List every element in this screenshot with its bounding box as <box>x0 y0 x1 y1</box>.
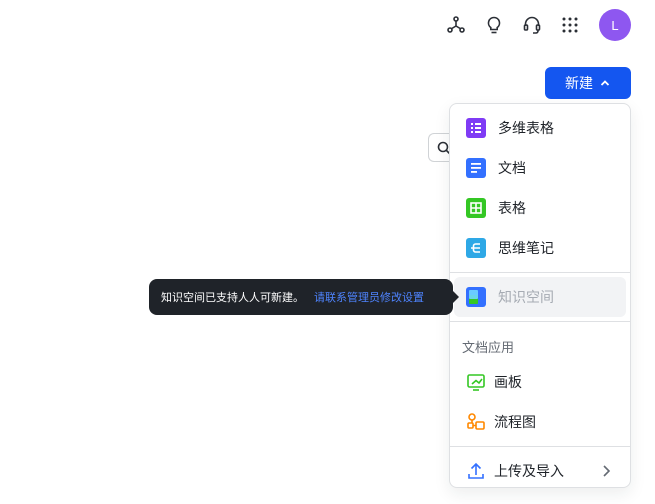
menu-divider <box>450 446 630 447</box>
menu-item-label: 思维笔记 <box>498 241 554 257</box>
chevron-up-icon <box>600 80 610 86</box>
menu-item-whiteboard[interactable]: 画板 <box>454 362 626 402</box>
menu-item-doc[interactable]: 文档 <box>454 148 626 188</box>
menu-divider <box>450 321 630 322</box>
menu-item-label: 表格 <box>498 201 526 217</box>
wiki-space-tooltip: 知识空间已支持人人可新建。 请联系管理员修改设置 <box>149 279 459 315</box>
whiteboard-icon <box>466 372 486 392</box>
menu-item-flowchart[interactable]: 流程图 <box>454 402 626 442</box>
menu-item-mindnote[interactable]: 思维笔记 <box>454 228 626 268</box>
menu-item-sheet[interactable]: 表格 <box>454 188 626 228</box>
menu-item-label: 文档 <box>498 161 526 177</box>
mindnote-icon <box>466 238 486 258</box>
menu-item-label: 知识空间 <box>498 290 554 306</box>
doc-icon <box>466 158 486 178</box>
wiki-space-icon <box>466 287 486 307</box>
new-dropdown-menu: 多维表格 文档 表格 思维笔记 知识空间 文档应用 画板 流程图 上传及导入 <box>449 103 631 488</box>
sheet-icon <box>466 198 486 218</box>
contact-admin-link[interactable]: 请联系管理员修改设置 <box>314 289 424 305</box>
user-avatar[interactable]: L <box>599 9 631 41</box>
menu-item-label: 上传及导入 <box>494 464 564 480</box>
chevron-right-icon <box>603 465 611 477</box>
upload-icon <box>466 461 486 481</box>
section-label-doc-apps: 文档应用 <box>462 341 515 356</box>
menu-item-label: 多维表格 <box>498 121 554 137</box>
menu-item-label: 流程图 <box>494 415 536 431</box>
top-toolbar: L <box>437 8 631 42</box>
menu-item-upload-import[interactable]: 上传及导入 <box>454 451 626 491</box>
grid-apps-icon[interactable] <box>551 8 589 42</box>
lightbulb-icon[interactable] <box>475 8 513 42</box>
menu-divider <box>450 272 630 273</box>
new-button[interactable]: 新建 <box>545 67 631 99</box>
tooltip-text: 知识空间已支持人人可新建。 <box>161 291 304 304</box>
headset-icon[interactable] <box>513 8 551 42</box>
flowchart-icon <box>466 412 486 432</box>
new-button-label: 新建 <box>565 76 593 92</box>
menu-item-label: 画板 <box>494 375 522 391</box>
bitable-icon <box>466 118 486 138</box>
menu-item-bitable[interactable]: 多维表格 <box>454 108 626 148</box>
menu-item-wiki-space[interactable]: 知识空间 <box>454 277 626 317</box>
network-icon[interactable] <box>437 8 475 42</box>
